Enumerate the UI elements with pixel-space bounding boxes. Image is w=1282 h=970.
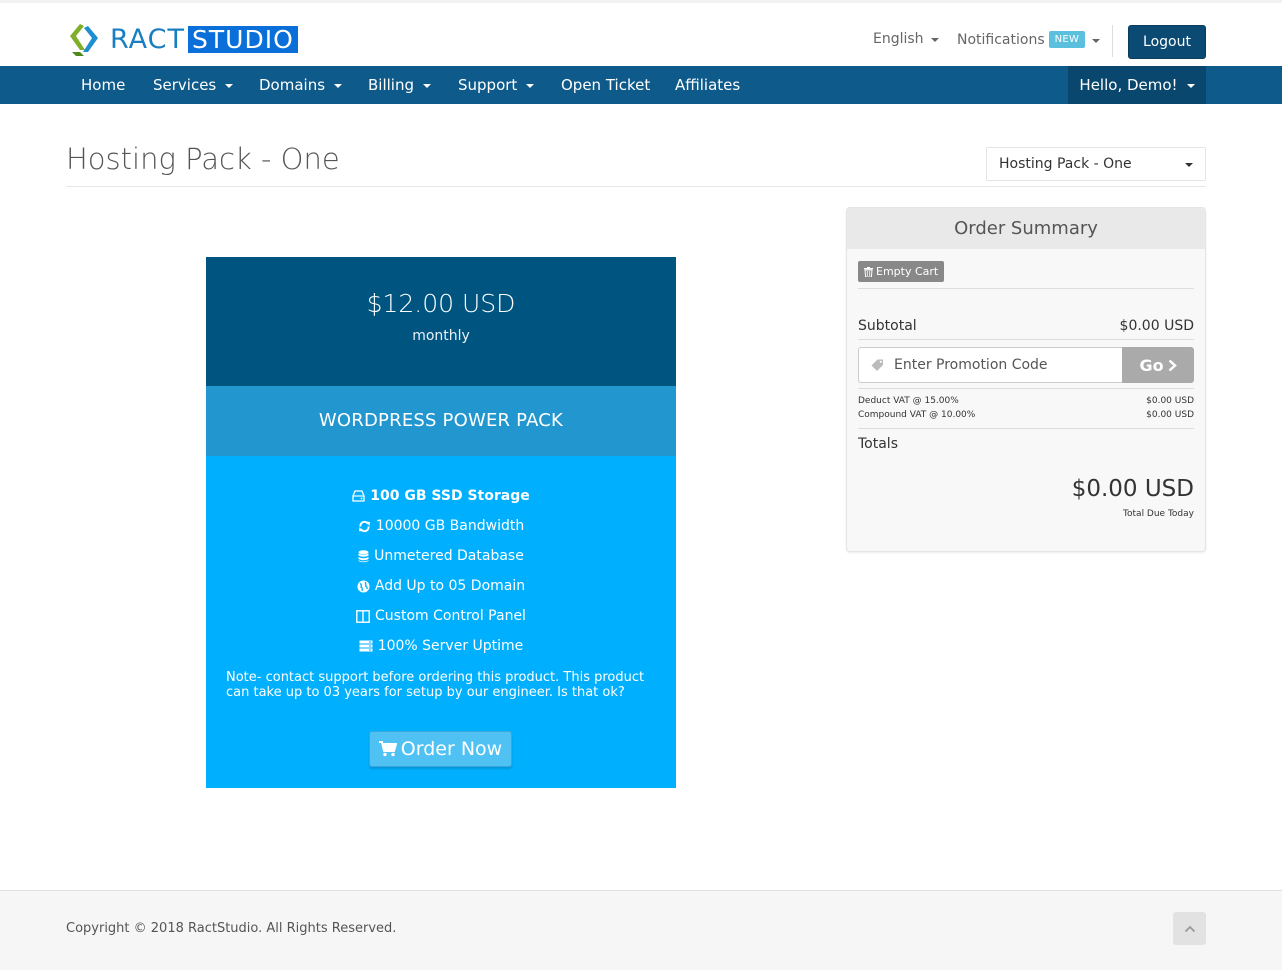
nav-item-services[interactable]: Services bbox=[153, 66, 234, 104]
chevron-down-icon bbox=[423, 84, 431, 88]
chevron-down-icon bbox=[225, 84, 234, 88]
product-name: WORDPRESS POWER PACK bbox=[206, 386, 676, 456]
user-greeting: Hello, Demo! bbox=[1079, 76, 1178, 94]
database-icon bbox=[358, 549, 369, 562]
nav-item-billing[interactable]: Billing bbox=[368, 66, 431, 104]
new-badge: NEW bbox=[1048, 31, 1086, 48]
feature-item: 100 GB SSD Storage bbox=[206, 488, 676, 504]
subtotal-label: Subtotal bbox=[858, 318, 917, 334]
back-to-top-button[interactable] bbox=[1173, 912, 1206, 945]
copyright-text: Copyright © 2018 RactStudio. All Rights … bbox=[66, 921, 397, 936]
promo-code-group: Enter Promotion Code Go bbox=[858, 347, 1194, 383]
nav-label: Domains bbox=[259, 76, 326, 94]
logo-text-main: RACT bbox=[110, 24, 186, 55]
main-navigation: Home Services Domains Billing Support Op… bbox=[0, 66, 1282, 104]
tax-value: $0.00 USD bbox=[1146, 410, 1194, 420]
product-select-value: Hosting Pack - One bbox=[999, 156, 1132, 172]
chevron-down-icon bbox=[526, 84, 535, 88]
product-card: $12.00 USD monthly WORDPRESS POWER PACK … bbox=[206, 257, 676, 788]
language-dropdown[interactable]: English bbox=[873, 31, 939, 47]
price-section: $12.00 USD monthly bbox=[206, 257, 676, 386]
logo-mark-icon bbox=[70, 24, 98, 56]
nav-label: Support bbox=[458, 76, 518, 94]
total-due-caption: Total Due Today bbox=[1123, 509, 1194, 519]
promo-code-input[interactable]: Enter Promotion Code bbox=[858, 347, 1122, 383]
feature-text: 100 GB SSD Storage bbox=[370, 488, 530, 504]
page-footer: Copyright © 2018 RactStudio. All Rights … bbox=[0, 890, 1282, 970]
nav-label: Billing bbox=[368, 76, 414, 94]
feature-text: Custom Control Panel bbox=[375, 608, 526, 624]
chevron-down-icon bbox=[1092, 38, 1101, 43]
language-label: English bbox=[873, 31, 924, 47]
order-summary-panel: Order Summary Empty Cart Subtotal $0.00 … bbox=[846, 207, 1206, 552]
page-title: Hosting Pack - One bbox=[66, 142, 340, 176]
apply-promo-label: Go bbox=[1139, 355, 1164, 375]
nav-label: Services bbox=[153, 76, 217, 94]
feature-text: 100% Server Uptime bbox=[377, 638, 524, 654]
columns-icon bbox=[356, 609, 370, 623]
notifications-label: Notifications bbox=[957, 31, 1045, 48]
logo-text-highlight: STUDIO bbox=[188, 26, 298, 53]
server-icon bbox=[359, 640, 373, 652]
nav-item-domains[interactable]: Domains bbox=[259, 66, 343, 104]
nav-item-support[interactable]: Support bbox=[458, 66, 535, 104]
feature-text: Add Up to 05 Domain bbox=[374, 578, 526, 594]
summary-divider bbox=[858, 339, 1194, 340]
nav-item-open-ticket[interactable]: Open Ticket bbox=[561, 66, 650, 104]
summary-divider bbox=[858, 428, 1194, 429]
chevron-right-icon bbox=[1168, 359, 1177, 371]
nav-item-affiliates[interactable]: Affiliates bbox=[675, 66, 740, 104]
top-header: RACT STUDIO English Notifications NEW Log… bbox=[0, 0, 1282, 66]
site-logo[interactable]: RACT STUDIO bbox=[66, 22, 298, 58]
apply-promo-button[interactable]: Go bbox=[1122, 347, 1194, 383]
promo-placeholder: Enter Promotion Code bbox=[894, 357, 1048, 373]
total-due-amount: $0.00 USD bbox=[1071, 476, 1194, 502]
feature-item: 10000 GB Bandwidth bbox=[206, 518, 676, 534]
user-menu-dropdown[interactable]: Hello, Demo! bbox=[1068, 66, 1206, 104]
summary-divider bbox=[858, 388, 1194, 389]
feature-section: 100 GB SSD Storage 10000 GB Bandwidth Un… bbox=[206, 456, 676, 788]
order-now-label: Order Now bbox=[400, 738, 503, 760]
empty-cart-button[interactable]: Empty Cart bbox=[858, 261, 945, 282]
nav-item-home[interactable]: Home bbox=[81, 66, 125, 104]
globe-icon bbox=[357, 580, 370, 592]
chevron-down-icon bbox=[1186, 84, 1195, 88]
feature-item: Custom Control Panel bbox=[206, 608, 676, 624]
chevron-up-icon bbox=[1184, 925, 1195, 932]
totals-label: Totals bbox=[858, 436, 898, 452]
hdd-icon bbox=[352, 490, 365, 502]
product-price: $12.00 USD bbox=[366, 289, 516, 318]
refresh-icon bbox=[358, 520, 370, 532]
order-now-button[interactable]: Order Now bbox=[369, 731, 512, 767]
logout-button[interactable]: Logout bbox=[1128, 25, 1206, 59]
summary-divider bbox=[858, 288, 1194, 289]
logo-text: RACT STUDIO bbox=[110, 25, 298, 55]
tax-label: Compound VAT @ 10.00% bbox=[858, 410, 976, 420]
nav-label: Open Ticket bbox=[561, 76, 651, 94]
feature-item: 100% Server Uptime bbox=[206, 638, 676, 654]
feature-item: Add Up to 05 Domain bbox=[206, 578, 676, 594]
tax-value: $0.00 USD bbox=[1146, 396, 1194, 406]
chevron-down-icon bbox=[1185, 163, 1193, 167]
feature-text: Unmetered Database bbox=[374, 548, 524, 564]
notifications-dropdown[interactable]: Notifications NEW bbox=[957, 31, 1101, 48]
header-divider bbox=[1112, 25, 1113, 57]
product-select[interactable]: Hosting Pack - One bbox=[986, 147, 1206, 181]
chevron-down-icon bbox=[930, 38, 939, 42]
tax-label: Deduct VAT @ 15.00% bbox=[858, 396, 959, 406]
nav-label: Home bbox=[81, 76, 126, 94]
title-divider bbox=[66, 186, 1206, 187]
subtotal-value: $0.00 USD bbox=[1119, 318, 1194, 334]
empty-cart-label: Empty Cart bbox=[876, 265, 939, 278]
product-note: Note- contact support before ordering th… bbox=[226, 670, 645, 700]
feature-item: Unmetered Database bbox=[206, 548, 676, 564]
tag-icon bbox=[871, 359, 883, 371]
trash-icon bbox=[864, 266, 873, 277]
order-summary-title: Order Summary bbox=[847, 208, 1205, 249]
shopping-cart-icon bbox=[378, 741, 397, 757]
feature-text: 10000 GB Bandwidth bbox=[375, 518, 525, 534]
nav-label: Affiliates bbox=[675, 76, 741, 94]
billing-cycle: monthly bbox=[412, 328, 470, 344]
chevron-down-icon bbox=[334, 84, 343, 88]
